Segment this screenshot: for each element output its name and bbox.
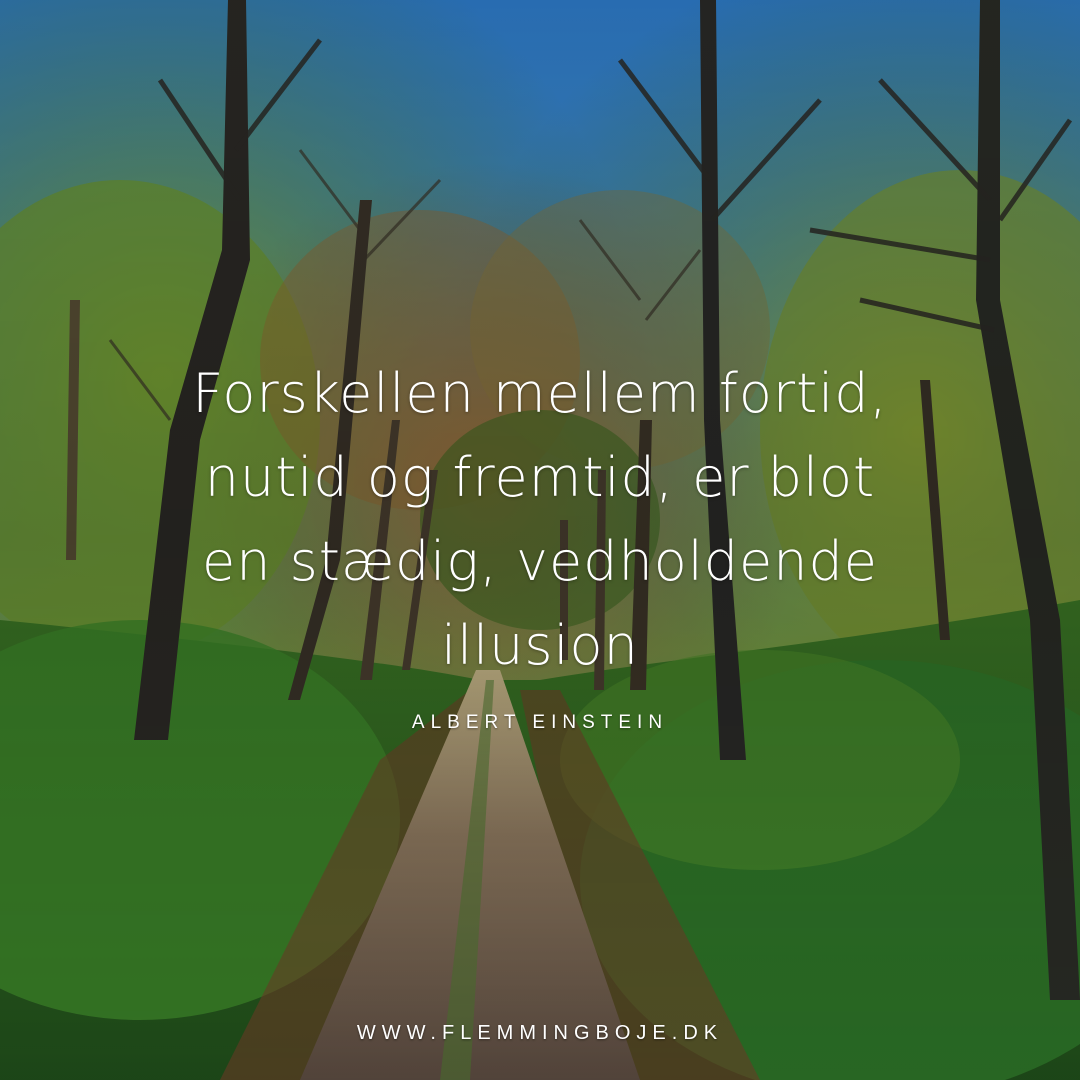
- quote-line-1: Forskellen mellem fortid,: [192, 362, 888, 425]
- quote-text: Forskellen mellem fortid, nutid og fremt…: [90, 352, 990, 688]
- website-url: WWW.FLEMMINGBOJE.DK: [356, 1022, 724, 1044]
- quote-line-3: en stædig, vedholdende: [202, 530, 878, 593]
- quote-block: Forskellen mellem fortid, nutid og fremt…: [90, 352, 990, 688]
- quote-line-2: nutid og fremtid, er blot: [204, 446, 876, 509]
- quote-card: Forskellen mellem fortid, nutid og fremt…: [0, 0, 1080, 1080]
- quote-line-4: illusion: [441, 614, 639, 677]
- quote-author: ALBERT EINSTEIN: [411, 712, 669, 733]
